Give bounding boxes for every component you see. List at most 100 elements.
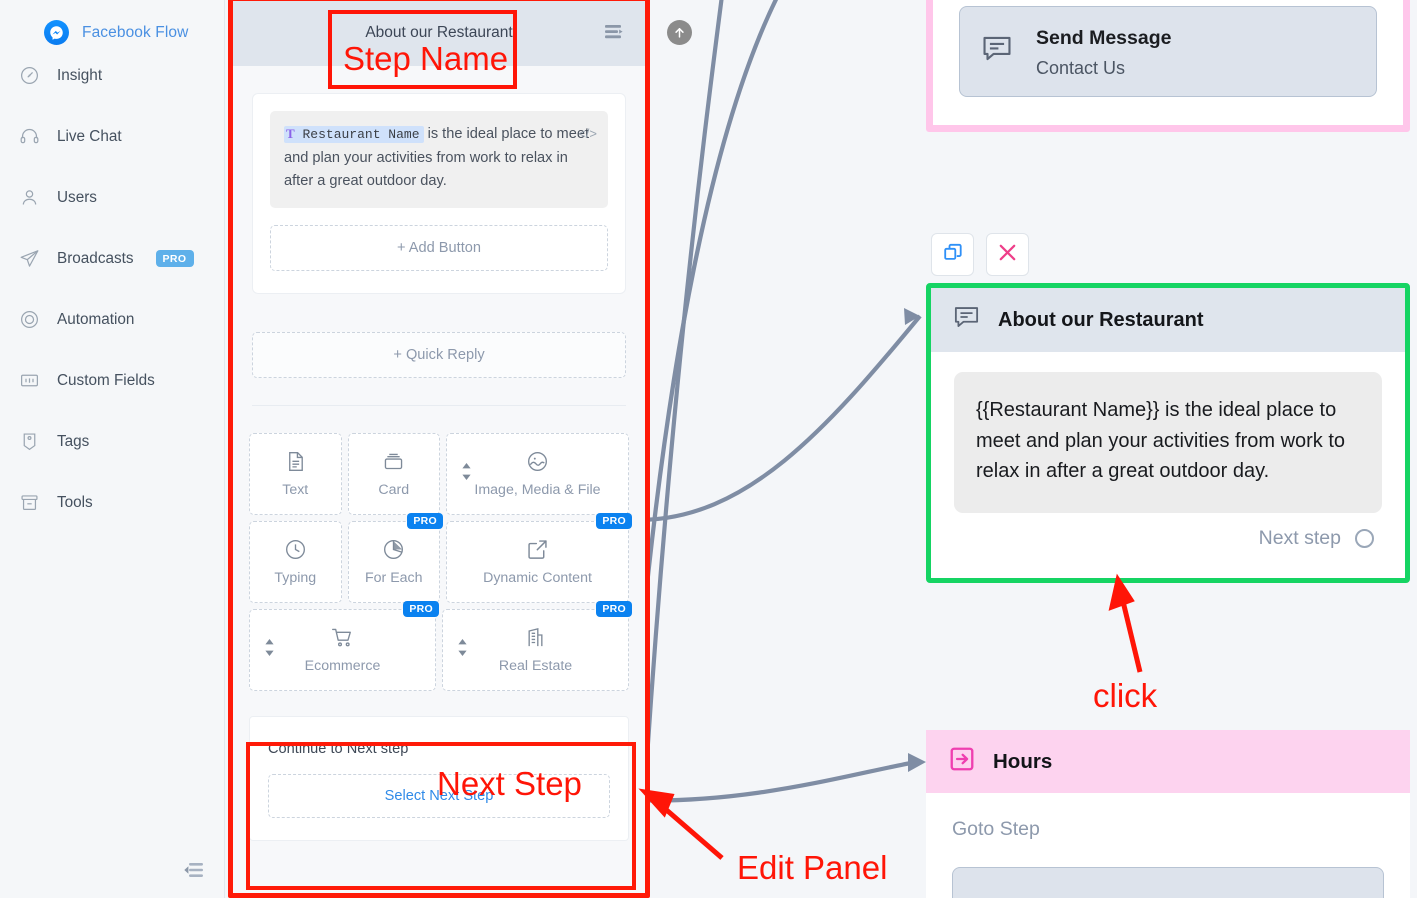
- sidebar: Facebook Flow Insight Live Chat Users Br: [0, 0, 225, 898]
- message-bubble: {{Restaurant Name}} is the ideal place t…: [954, 372, 1382, 513]
- widget-label: Text: [282, 481, 309, 498]
- card-title: About our Restaurant: [998, 308, 1204, 331]
- code-toggle-icon[interactable]: </>: [578, 123, 597, 144]
- fields-icon: [16, 368, 42, 394]
- clock-icon: [284, 538, 307, 561]
- message-text-editor[interactable]: T Restaurant Name is the ideal place to …: [270, 111, 608, 208]
- flow-card-contact-us[interactable]: Goto Step Send Message Contact Us: [926, 0, 1410, 133]
- document-text-icon: [284, 450, 307, 473]
- step-chip-send-message[interactable]: Send Message Contact Us: [959, 6, 1377, 98]
- step-name-title: About our Restaurant: [365, 24, 513, 41]
- widget-dynamic-content[interactable]: PRO Dynamic Content: [446, 512, 632, 603]
- user-icon: [16, 185, 42, 211]
- sort-handle-icon[interactable]: [461, 462, 472, 485]
- widget-label: Image, Media & File: [474, 481, 601, 498]
- widget-label: Card: [378, 481, 410, 498]
- step-chip-title: Send Message: [1036, 27, 1172, 49]
- paper-plane-icon: [16, 246, 42, 272]
- sidebar-item-broadcasts[interactable]: Broadcasts PRO: [0, 228, 224, 289]
- building-icon: [524, 626, 547, 649]
- widget-label: Real Estate: [498, 657, 573, 674]
- goto-step-arrow-icon: [948, 745, 976, 778]
- widget-label: Dynamic Content: [483, 569, 592, 586]
- sidebar-item-label: Users: [57, 188, 97, 206]
- widget-text[interactable]: Text: [249, 432, 342, 515]
- pro-badge: PRO: [407, 512, 443, 529]
- text-variable-icon: T: [286, 126, 295, 141]
- next-step-label: Next step: [1258, 526, 1341, 549]
- next-step-section: Continue to Next step Select Next Step: [249, 715, 629, 841]
- toolbox-icon: [16, 490, 42, 516]
- target-circle-icon: [16, 307, 42, 333]
- card-next-step-row[interactable]: Next step: [954, 513, 1382, 565]
- duplicate-card-button[interactable]: [931, 233, 974, 276]
- sidebar-item-users[interactable]: Users: [0, 167, 224, 228]
- sidebar-item-label: Tools: [57, 493, 93, 511]
- app-root: Facebook Flow Insight Live Chat Users Br: [0, 0, 1417, 898]
- card-title: Hours: [993, 749, 1053, 773]
- sort-handle-icon[interactable]: [264, 638, 275, 661]
- edit-panel-body: T Restaurant Name is the ideal place to …: [232, 93, 646, 841]
- delete-card-button[interactable]: [986, 233, 1029, 276]
- widget-real-estate[interactable]: PRO Real Estate: [442, 600, 632, 691]
- pro-badge: PRO: [596, 600, 632, 617]
- sidebar-item-label: Tags: [57, 432, 90, 450]
- edit-panel[interactable]: About our Restaurant T Restaurant Name i…: [232, 0, 646, 898]
- close-x-icon: [996, 241, 1019, 269]
- gauge-icon: [16, 63, 42, 89]
- card-header: About our Restaurant: [931, 288, 1405, 352]
- pro-badge: PRO: [596, 512, 632, 529]
- sidebar-item-automation[interactable]: Automation: [0, 289, 224, 350]
- step-chip-placeholder[interactable]: [952, 867, 1384, 898]
- widget-label: Typing: [274, 569, 317, 586]
- widget-typing[interactable]: Typing: [249, 520, 342, 603]
- card-toolbar: [931, 233, 1029, 276]
- widget-palette: Text Card Image, Media & File Typing PRO…: [249, 432, 632, 691]
- variable-token[interactable]: T Restaurant Name: [284, 126, 424, 143]
- sidebar-item-tags[interactable]: Tags: [0, 411, 224, 472]
- sidebar-item-label: Automation: [57, 310, 135, 328]
- widget-for-each[interactable]: PRO For Each: [347, 512, 443, 603]
- sidebar-item-insight[interactable]: Insight: [0, 45, 224, 106]
- image-circle-icon: [526, 450, 549, 473]
- sidebar-item-custom-fields[interactable]: Custom Fields: [0, 350, 224, 411]
- sidebar-item-live-chat[interactable]: Live Chat: [0, 106, 224, 167]
- widget-row: PRO Ecommerce PRO Real Estate: [249, 600, 632, 691]
- sidebar-item-tools[interactable]: Tools: [0, 472, 224, 533]
- flow-card-about-our-restaurant[interactable]: About our Restaurant {{Restaurant Name}}…: [926, 283, 1410, 583]
- card-header: Hours: [926, 730, 1410, 793]
- external-link-icon: [526, 538, 549, 561]
- flow-card-hours[interactable]: Hours Goto Step: [926, 730, 1410, 898]
- duplicate-icon: [942, 241, 964, 268]
- section-divider: [252, 404, 626, 406]
- card-stack-icon: [382, 450, 405, 473]
- goto-step-label: Goto Step: [952, 818, 1040, 840]
- next-step-heading: Continue to Next step: [268, 740, 409, 757]
- select-next-step-button[interactable]: Select Next Step: [268, 773, 610, 818]
- widget-ecommerce[interactable]: PRO Ecommerce: [249, 600, 439, 691]
- pro-badge: PRO: [155, 250, 194, 267]
- add-quick-reply-button[interactable]: + Quick Reply: [252, 331, 626, 378]
- widget-image-media-file[interactable]: Image, Media & File: [446, 432, 629, 515]
- sort-handle-icon[interactable]: [457, 638, 468, 661]
- sidebar-item-label: Insight: [57, 66, 103, 84]
- sidebar-item-label: Custom Fields: [57, 371, 155, 389]
- next-step-connector-dot[interactable]: [1355, 528, 1374, 548]
- panel-menu-icon[interactable]: [605, 24, 625, 45]
- messenger-logo-icon: [44, 20, 69, 45]
- sidebar-item-label: Broadcasts: [57, 249, 134, 267]
- edit-panel-header: About our Restaurant: [232, 0, 646, 66]
- quick-reply-wrap: + Quick Reply: [252, 331, 626, 378]
- widget-card[interactable]: Card: [347, 432, 440, 515]
- brand[interactable]: Facebook Flow: [0, 0, 224, 45]
- headset-icon: [16, 124, 42, 150]
- brand-label: Facebook Flow: [82, 23, 189, 41]
- scroll-to-top-icon[interactable]: [667, 20, 692, 45]
- variable-token-label: Restaurant Name: [302, 127, 420, 142]
- collapse-sidebar-icon[interactable]: [183, 861, 205, 879]
- message-editor-block: T Restaurant Name is the ideal place to …: [252, 93, 626, 294]
- pro-badge: PRO: [403, 600, 439, 617]
- pie-chart-icon: [382, 538, 405, 561]
- add-button-button[interactable]: + Add Button: [270, 224, 608, 271]
- send-message-icon: [980, 32, 1014, 71]
